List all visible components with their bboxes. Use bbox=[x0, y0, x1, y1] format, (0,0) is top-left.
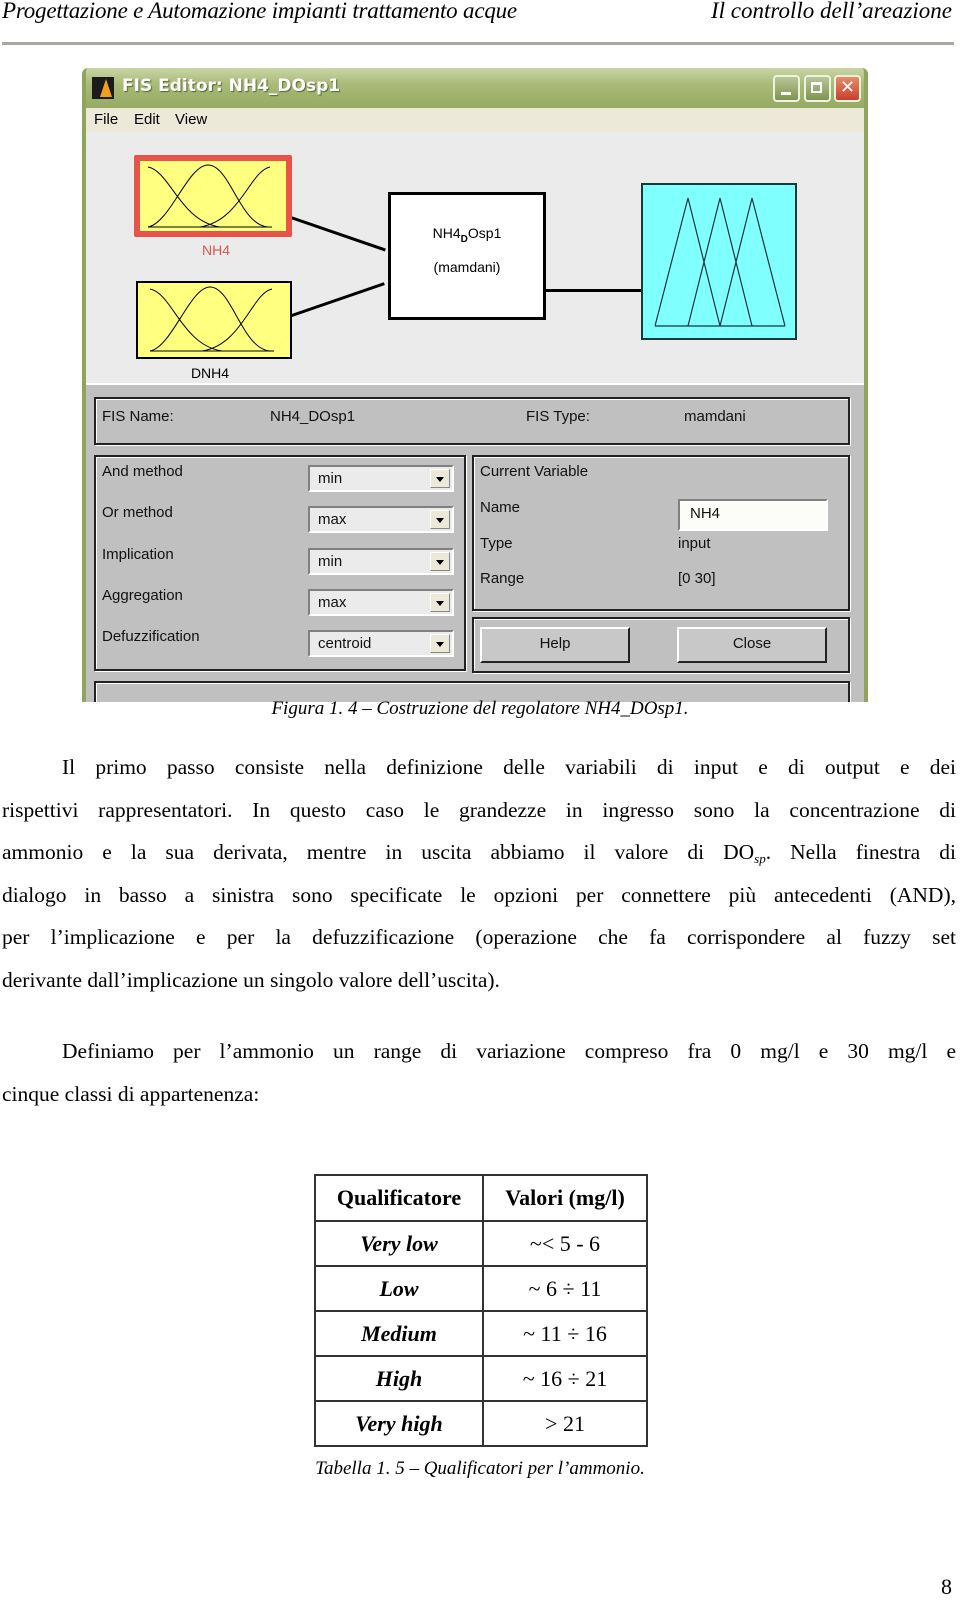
paragraph-line: Il primo passo consiste nella definizion… bbox=[62, 755, 956, 779]
paragraph-line: rispettivi rappresentatori. In questo ca… bbox=[2, 797, 956, 822]
fis-system-box[interactable]: NH4DOsp1 (mamdani) bbox=[388, 192, 546, 320]
paragraph-line: per l’implicazione e per la defuzzificaz… bbox=[2, 925, 956, 950]
chevron-down-icon[interactable] bbox=[430, 634, 450, 653]
paragraph-1: Il primo passo consiste nella definizion… bbox=[2, 746, 956, 1002]
menu-view[interactable]: View bbox=[175, 111, 207, 128]
table-row: Very low ~< 5 - 6 bbox=[314, 1220, 648, 1267]
fis-type-label: FIS Type: bbox=[526, 408, 590, 425]
page-header-right: Il controllo dell’areazione bbox=[710, 0, 952, 23]
fis-system-name: NH4DOsp1 bbox=[432, 225, 502, 245]
close-window-button[interactable]: ✕ bbox=[834, 75, 861, 102]
value-cell: > 21 bbox=[482, 1400, 648, 1447]
current-variable-panel: Current Variable Name NH4 Type input Ran… bbox=[472, 455, 850, 611]
table-row: Medium ~ 11 ÷ 16 bbox=[314, 1310, 648, 1357]
qualifier-cell: Low bbox=[314, 1265, 484, 1312]
variable-name-input[interactable]: NH4 bbox=[678, 499, 828, 531]
defuzzification-dropdown[interactable]: centroid bbox=[308, 630, 454, 657]
fis-properties-area: FIS Name: NH4_DOsp1 FIS Type: mamdani An… bbox=[86, 383, 864, 702]
gaussian-mf-icon bbox=[149, 286, 274, 352]
input-nh4-label[interactable]: NH4 bbox=[176, 242, 256, 258]
table-header: Qualificatore bbox=[314, 1174, 484, 1222]
window-title: FIS Editor: NH4_DOsp1 bbox=[122, 76, 341, 96]
fis-editor-window: FIS Editor: NH4_DOsp1 ✕ File Edit View N… bbox=[82, 68, 868, 702]
qualifier-cell: High bbox=[314, 1355, 484, 1402]
paragraph-line: cinque classi di appartenenza: bbox=[2, 1081, 260, 1106]
value-cell: ~ 6 ÷ 11 bbox=[482, 1265, 648, 1312]
qualifier-cell: Very low bbox=[314, 1220, 484, 1267]
table-row: High ~ 16 ÷ 21 bbox=[314, 1355, 648, 1402]
header-rule bbox=[2, 42, 954, 45]
paragraph-line: Definiamo per l’ammonio un range di vari… bbox=[62, 1039, 956, 1063]
variable-type-value: input bbox=[678, 535, 711, 552]
fis-system-type: (mamdani) bbox=[433, 259, 501, 275]
or-method-dropdown[interactable]: max bbox=[308, 506, 454, 533]
variable-type-label: Type bbox=[480, 535, 513, 552]
chevron-down-icon[interactable] bbox=[430, 469, 450, 488]
gaussian-mf-icon bbox=[147, 164, 272, 228]
minimize-button[interactable] bbox=[773, 75, 800, 102]
output-dosp-box[interactable] bbox=[641, 183, 797, 340]
value-cell: ~ 11 ÷ 16 bbox=[482, 1310, 648, 1357]
paragraph-line: derivante dall’implicazione un singolo v… bbox=[2, 967, 500, 992]
methods-panel: And method min Or method max Implication… bbox=[94, 455, 466, 671]
aggregation-label: Aggregation bbox=[102, 587, 183, 604]
chevron-down-icon[interactable] bbox=[430, 510, 450, 529]
help-button[interactable]: Help bbox=[480, 627, 630, 663]
input-dnh4-box[interactable] bbox=[136, 281, 292, 359]
fis-name-label: FIS Name: bbox=[102, 408, 174, 425]
fis-info-panel: FIS Name: NH4_DOsp1 FIS Type: mamdani bbox=[94, 397, 850, 445]
table-header: Valori (mg/l) bbox=[482, 1174, 648, 1222]
value-cell: ~ 16 ÷ 21 bbox=[482, 1355, 648, 1402]
buttons-panel: Help Close bbox=[472, 617, 850, 673]
qualifier-cell: Very high bbox=[314, 1400, 484, 1447]
table-row: Very high > 21 bbox=[314, 1400, 648, 1447]
variable-range-label: Range bbox=[480, 570, 525, 587]
fis-type-value: mamdani bbox=[684, 408, 746, 425]
connector-dnh4 bbox=[285, 282, 385, 319]
chevron-down-icon[interactable] bbox=[430, 593, 450, 612]
table-caption: Tabella 1. 5 – Qualificatori per l’ammon… bbox=[315, 1458, 645, 1479]
input-nh4-box[interactable] bbox=[134, 155, 292, 237]
menu-file[interactable]: File bbox=[94, 111, 118, 128]
triangular-mf-icon bbox=[654, 197, 786, 327]
table-row: Low ~ 6 ÷ 11 bbox=[314, 1265, 648, 1312]
fis-diagram: NH4 DNH4 NH4DOsp1 (mamdani) Dosp bbox=[86, 132, 864, 422]
value-cell: ~< 5 - 6 bbox=[482, 1220, 648, 1267]
maximize-button[interactable] bbox=[804, 75, 831, 102]
qualifiers-table: Qualificatore Valori (mg/l) Very low ~< 5… bbox=[314, 1174, 648, 1447]
implication-dropdown[interactable]: min bbox=[308, 548, 454, 575]
figure-caption: Figura 1. 4 – Costruzione del regolatore… bbox=[271, 698, 689, 719]
current-variable-heading: Current Variable bbox=[480, 463, 589, 480]
variable-name-label: Name bbox=[480, 499, 521, 516]
and-method-label: And method bbox=[102, 463, 183, 480]
page-header-left: Progettazione e Automazione impianti tra… bbox=[2, 0, 517, 23]
implication-label: Implication bbox=[102, 546, 174, 563]
chevron-down-icon[interactable] bbox=[430, 552, 450, 571]
or-method-label: Or method bbox=[102, 504, 173, 521]
input-dnh4-label[interactable]: DNH4 bbox=[170, 365, 250, 381]
defuzzification-label: Defuzzification bbox=[102, 628, 200, 645]
matlab-app-icon bbox=[92, 77, 114, 99]
connector-nh4 bbox=[287, 215, 386, 252]
paragraph-line: ammonio e la sua derivata, mentre in usc… bbox=[2, 840, 956, 867]
variable-range-value: [0 30] bbox=[678, 570, 716, 587]
title-bar[interactable]: FIS Editor: NH4_DOsp1 ✕ bbox=[86, 68, 864, 108]
menu-edit[interactable]: Edit bbox=[134, 111, 160, 128]
fis-name-value: NH4_DOsp1 bbox=[270, 408, 356, 425]
page-number: 8 bbox=[941, 1574, 952, 1599]
paragraph-2: Definiamo per l’ammonio un range di vari… bbox=[2, 1030, 956, 1115]
qualifier-cell: Medium bbox=[314, 1310, 484, 1357]
menu-bar: File Edit View bbox=[86, 108, 864, 132]
and-method-dropdown[interactable]: min bbox=[308, 465, 454, 492]
aggregation-dropdown[interactable]: max bbox=[308, 589, 454, 616]
paragraph-line: dialogo in basso a sinistra sono specifi… bbox=[2, 882, 956, 907]
table-header-row: Qualificatore Valori (mg/l) bbox=[314, 1174, 648, 1222]
close-button[interactable]: Close bbox=[677, 627, 827, 663]
connector-output bbox=[541, 289, 641, 292]
